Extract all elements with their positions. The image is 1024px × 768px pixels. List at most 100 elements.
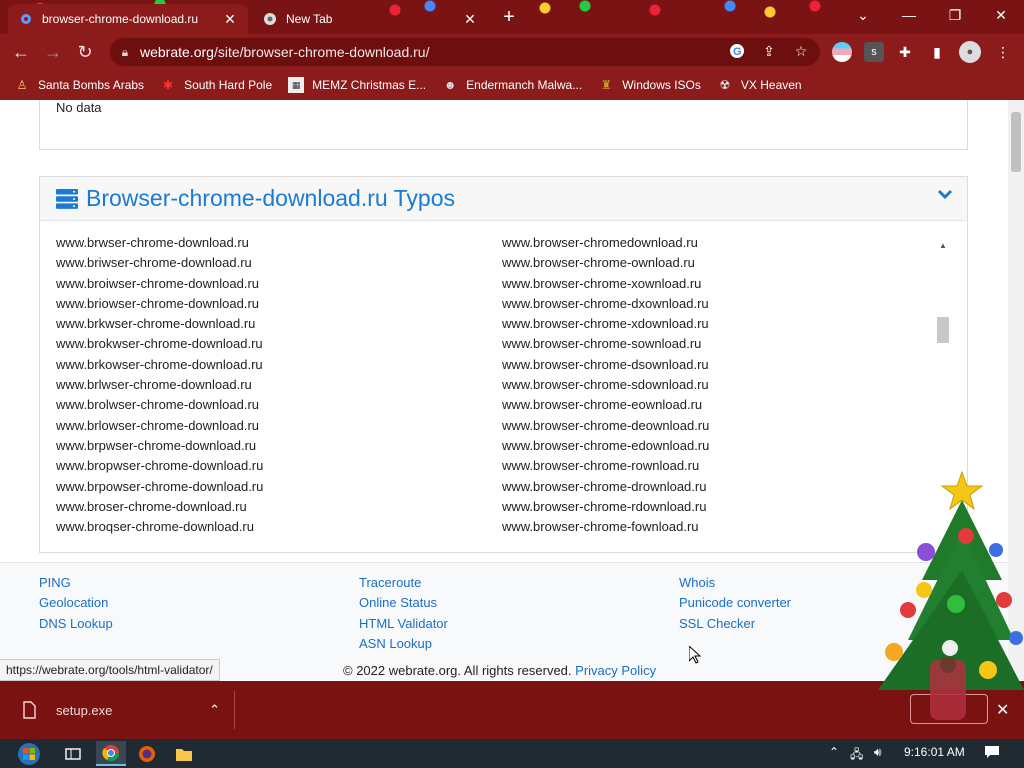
- typo-domain: www.bropwser-chrome-download.ru: [56, 458, 264, 474]
- typo-domain: www.brlwser-chrome-download.ru: [56, 377, 252, 393]
- footer-link[interactable]: Traceroute: [359, 573, 448, 593]
- footer-column-1: PING Geolocation DNS Lookup: [39, 573, 113, 634]
- scroll-up-arrow-icon[interactable]: ▲: [937, 241, 949, 250]
- typo-domain: www.browser-chrome-xdownload.ru: [502, 316, 709, 332]
- address-bar[interactable]: 🔒︎ webrate.org/site/browser-chrome-downl…: [110, 38, 820, 66]
- footer-link[interactable]: Geolocation: [39, 593, 113, 613]
- lock-icon: 🔒︎: [121, 44, 129, 59]
- notifications-icon[interactable]: [984, 745, 1000, 762]
- minimize-button[interactable]: —: [886, 0, 932, 30]
- extensions-puzzle-icon[interactable]: ✚: [894, 41, 916, 63]
- footer-link[interactable]: HTML Validator: [359, 614, 448, 634]
- toolbar: ← → ↻ 🔒︎ webrate.org/site/browser-chrome…: [0, 34, 1024, 70]
- s-extension-icon[interactable]: s: [864, 42, 884, 62]
- reload-icon[interactable]: ↻: [72, 39, 98, 65]
- bookmark-santa-bombs[interactable]: ♙ Santa Bombs Arabs: [14, 77, 144, 93]
- chevron-up-icon[interactable]: ⌃: [209, 702, 220, 718]
- page-scrollbar-thumb[interactable]: [1011, 112, 1021, 172]
- vx-heaven-icon: ☢: [719, 78, 731, 92]
- typo-domain: www.brwser-chrome-download.ru: [56, 235, 249, 250]
- firefox-taskbar-icon[interactable]: [132, 741, 162, 766]
- forward-icon[interactable]: →: [40, 39, 66, 65]
- bookmark-south-hard-pole[interactable]: ✱ South Hard Pole: [160, 77, 272, 93]
- typo-domain: www.browser-chrome-drownload.ru: [502, 478, 707, 494]
- file-explorer-taskbar-icon[interactable]: [169, 741, 199, 766]
- server-stack-icon: [56, 188, 78, 209]
- bookmark-windows-isos[interactable]: ♜ Windows ISOs: [598, 77, 701, 93]
- windows-iso-icon: ♜: [600, 78, 612, 92]
- google-icon[interactable]: G: [726, 40, 748, 62]
- typos-card: Browser-chrome-download.ru Typos www.brw…: [39, 176, 968, 553]
- tab-active[interactable]: browser-chrome-download.ru ✕: [8, 4, 248, 34]
- bookmark-label: Windows ISOs: [622, 78, 701, 92]
- side-panel-icon[interactable]: ▮: [926, 41, 948, 63]
- footer-link[interactable]: Online Status: [359, 593, 448, 613]
- scrollbar-thumb[interactable]: [937, 317, 949, 343]
- tab-search-icon[interactable]: ⌄: [840, 0, 886, 30]
- typo-domain: www.browser-chrome-rownload.ru: [502, 458, 700, 474]
- close-window-button[interactable]: ✕: [978, 0, 1024, 30]
- footer-link[interactable]: SSL Checker: [679, 614, 791, 634]
- typo-domain: www.brpowser-chrome-download.ru: [56, 478, 264, 494]
- bookmark-vx-heaven[interactable]: ☢ VX Heaven: [717, 77, 802, 93]
- profile-avatar-icon[interactable]: ●: [959, 41, 981, 63]
- typo-domain: www.briowser-chrome-download.ru: [56, 295, 260, 311]
- close-tab-icon[interactable]: ✕: [222, 11, 238, 27]
- copyright: © 2022 webrate.org. All rights reserved.…: [343, 663, 656, 678]
- footer-link[interactable]: PING: [39, 573, 113, 593]
- footer-link[interactable]: Whois: [679, 573, 791, 593]
- memz-icon: ▦: [288, 77, 305, 93]
- file-icon: [23, 701, 36, 719]
- bookmark-memz[interactable]: ▦ MEMZ Christmas E...: [288, 77, 426, 93]
- chrome-taskbar-icon[interactable]: [96, 741, 126, 766]
- typo-domain: www.browser-chrome-dxownload.ru: [502, 295, 709, 311]
- typo-domain: www.browser-chrome-rdownload.ru: [502, 498, 707, 514]
- bookmark-star-icon[interactable]: ☆: [790, 40, 812, 62]
- mouse-cursor-icon: [689, 646, 701, 664]
- footer-column-2: Traceroute Online Status HTML Validator ASN…: [359, 573, 448, 654]
- taskbar: ⌃ 🖧︎ 🔊︎ 9:16:01 AM: [0, 739, 1024, 768]
- footer-link[interactable]: Punicode converter: [679, 593, 791, 613]
- back-icon[interactable]: ←: [8, 39, 34, 65]
- typo-domain: www.broiwser-chrome-download.ru: [56, 275, 260, 291]
- new-tab-button[interactable]: +: [498, 7, 520, 29]
- task-view-icon[interactable]: [58, 741, 88, 766]
- previous-card: No data: [39, 100, 968, 150]
- privacy-policy-link[interactable]: Privacy Policy: [575, 663, 656, 678]
- tab-new-tab[interactable]: New Tab ✕: [252, 4, 488, 34]
- svg-text:G: G: [733, 46, 742, 58]
- download-filename: setup.exe: [56, 702, 113, 718]
- footer-column-3: Whois Punicode converter SSL Checker: [679, 573, 791, 634]
- clock[interactable]: 9:16:01 AM: [904, 745, 965, 759]
- tray-overflow-icon[interactable]: ⌃: [829, 745, 839, 759]
- bookmarks-bar: ♙ Santa Bombs Arabs ✱ South Hard Pole ▦ …: [0, 70, 1024, 100]
- typos-column-left: www.brwser-chrome-download.ru www.briwser…: [56, 233, 263, 537]
- typos-column-right: www.browser-chromedownload.ru www.browser…: [502, 233, 709, 537]
- typos-card-header[interactable]: Browser-chrome-download.ru Typos: [40, 177, 967, 221]
- windows-start-icon: [18, 742, 40, 765]
- share-icon[interactable]: ⇪: [758, 40, 780, 62]
- flag-extension-icon[interactable]: [832, 42, 852, 62]
- typo-domain: www.browser-chrome-deownload.ru: [502, 417, 710, 433]
- typo-domain: www.browser-chrome-ownload.ru: [502, 255, 695, 271]
- tab-strip: browser-chrome-download.ru ✕ New Tab ✕ +…: [0, 0, 1024, 34]
- typos-list[interactable]: www.brwser-chrome-download.ru www.briwser…: [40, 221, 967, 553]
- close-tab-icon[interactable]: ✕: [462, 11, 478, 27]
- typo-domain: www.browser-chrome-sownload.ru: [502, 336, 702, 352]
- network-icon[interactable]: 🖧︎: [850, 745, 863, 766]
- chrome-icon: [262, 11, 278, 27]
- footer-link[interactable]: DNS Lookup: [39, 614, 113, 634]
- status-bar-url: https://webrate.org/tools/html-validator…: [0, 659, 220, 681]
- tab-title: New Tab: [286, 12, 333, 26]
- bookmark-endermanch[interactable]: ☻ Endermanch Malwa...: [442, 77, 582, 93]
- start-button[interactable]: [12, 741, 46, 766]
- download-item[interactable]: setup.exe ⌃: [10, 691, 235, 729]
- no-data-text: No data: [56, 100, 102, 115]
- copyright-text: © 2022 webrate.org. All rights reserved.: [343, 663, 572, 678]
- restore-button[interactable]: ❐: [932, 0, 978, 30]
- typo-domain: www.browser-chrome-sdownload.ru: [502, 377, 709, 393]
- footer-link[interactable]: ASN Lookup: [359, 634, 448, 654]
- chevron-down-icon[interactable]: [937, 187, 953, 205]
- menu-kebab-icon[interactable]: ⋮: [992, 41, 1014, 63]
- volume-icon[interactable]: 🔊︎: [874, 745, 882, 760]
